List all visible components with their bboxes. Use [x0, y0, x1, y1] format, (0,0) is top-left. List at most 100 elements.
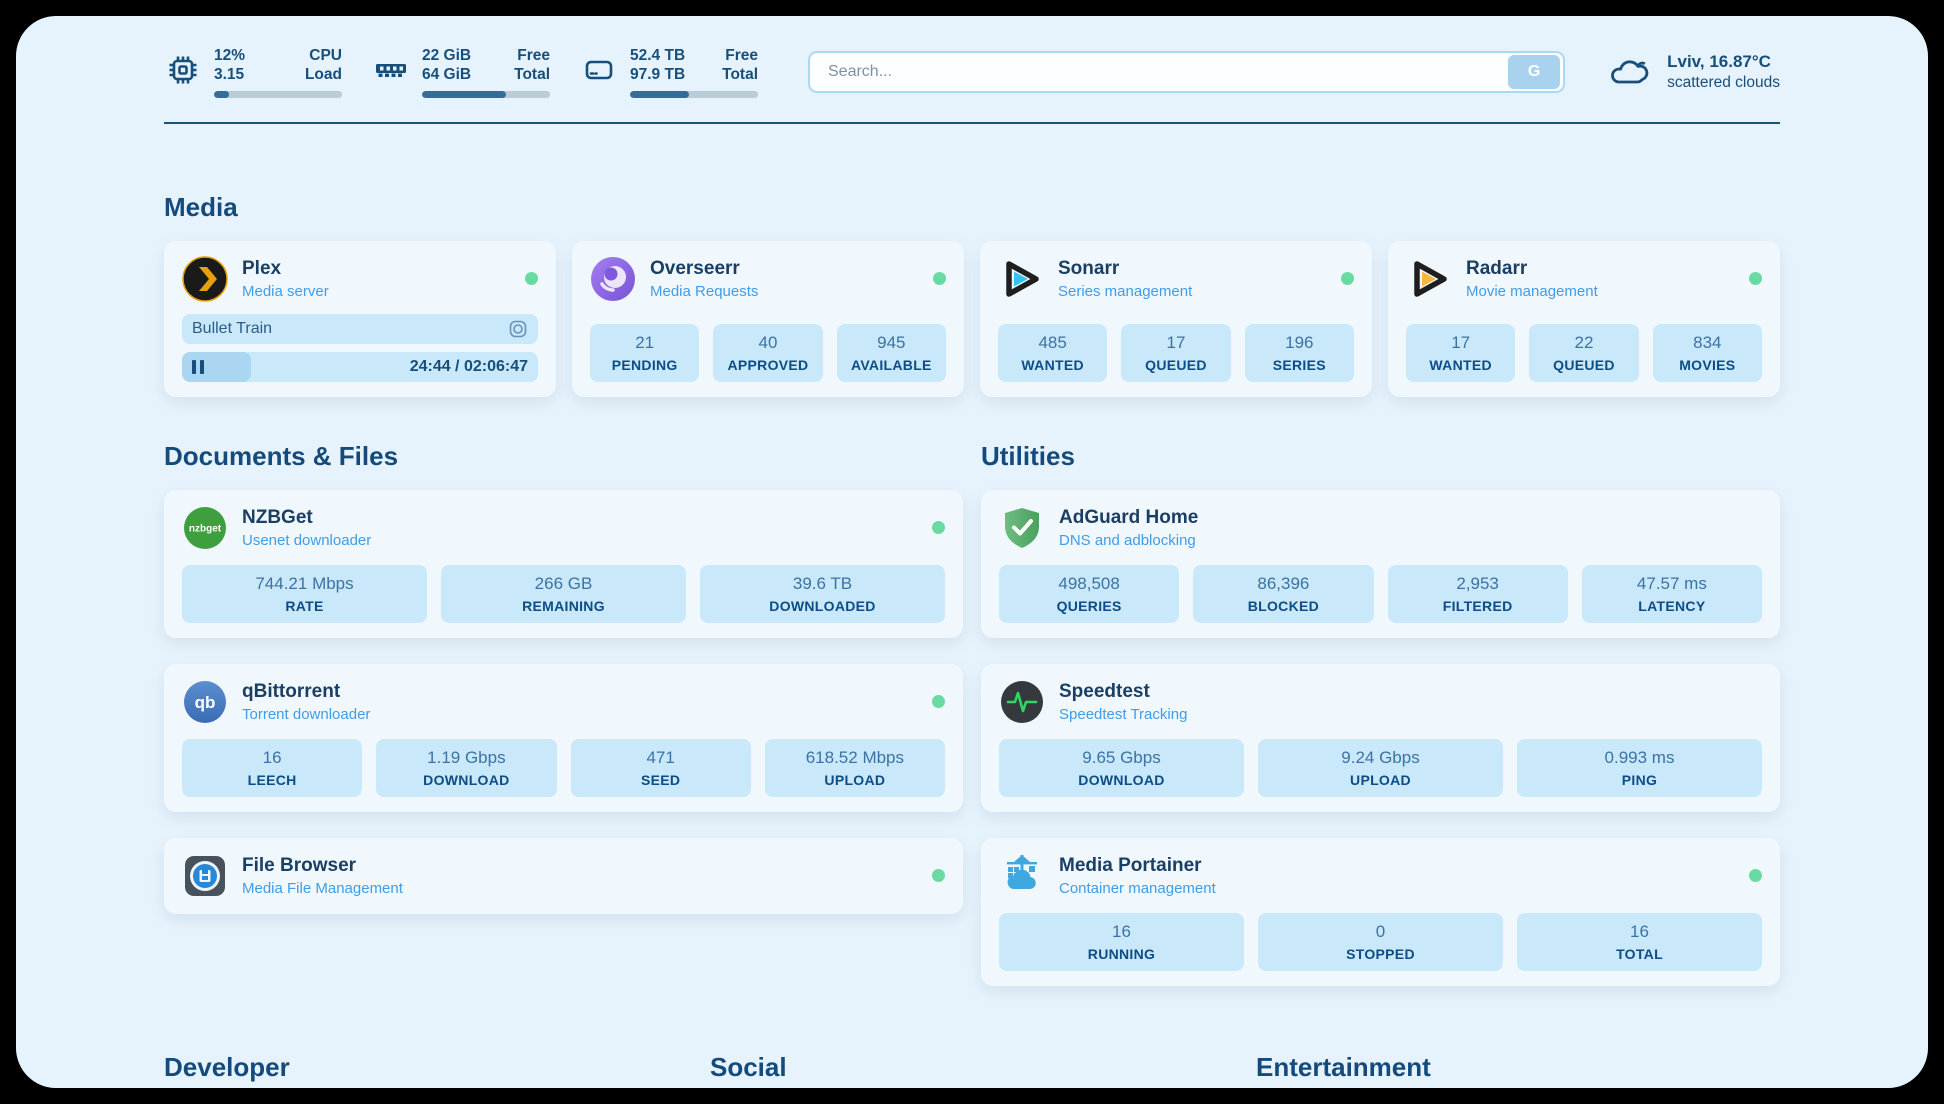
cpu-icon: [164, 46, 202, 94]
ram-free-value: 22 GiB: [422, 46, 471, 65]
app-subtitle: Movie management: [1466, 283, 1598, 300]
app-title: NZBGet: [242, 507, 371, 529]
stat-chip: 47.57 ms LATENCY: [1582, 565, 1762, 623]
app-title: Sonarr: [1058, 258, 1192, 280]
status-dot: [1749, 272, 1762, 285]
filebrowser-icon: [182, 853, 228, 899]
stat-chip: 498,508 QUERIES: [999, 565, 1179, 623]
disk-free-value: 52.4 TB: [630, 46, 685, 65]
weather-condition: scattered clouds: [1667, 74, 1780, 92]
stat-chip: 16 LEECH: [182, 739, 362, 797]
ram-progress-bar: [422, 91, 550, 98]
disk-total-value: 97.9 TB: [630, 65, 685, 84]
stream-icon: [508, 319, 528, 339]
search-input[interactable]: [810, 63, 1508, 81]
app-subtitle: Speedtest Tracking: [1059, 706, 1187, 723]
app-subtitle: DNS and adblocking: [1059, 532, 1198, 549]
sonarr-icon: [998, 256, 1044, 302]
disk-icon: [580, 46, 618, 94]
app-title: Radarr: [1466, 258, 1598, 280]
filebrowser-card[interactable]: File Browser Media File Management: [164, 838, 963, 914]
status-dot: [932, 869, 945, 882]
qbittorrent-card[interactable]: qb qBittorrent Torrent downloader 16 LEE…: [164, 664, 963, 812]
stat-chip: 86,396 BLOCKED: [1193, 565, 1373, 623]
ram-total-value: 64 GiB: [422, 65, 471, 84]
portainer-icon: [999, 853, 1045, 899]
cpu-usage-value: 12%: [214, 46, 245, 65]
sonarr-card[interactable]: Sonarr Series management 485 WANTED 17 Q…: [980, 241, 1372, 397]
radarr-card[interactable]: Radarr Movie management 17 WANTED 22 QUE…: [1388, 241, 1780, 397]
stat-chip: 21 PENDING: [590, 324, 699, 382]
stat-chip: 1.19 Gbps DOWNLOAD: [376, 739, 556, 797]
nzbget-card[interactable]: nzbget NZBGet Usenet downloader 744.21 M…: [164, 490, 963, 638]
header-divider: [164, 122, 1780, 124]
stat-chip: 0.993 ms PING: [1517, 739, 1762, 797]
utilities-column: Utilities AdGuard Home DNS and: [981, 441, 1780, 1012]
status-dot: [932, 521, 945, 534]
section-title-utilities: Utilities: [981, 441, 1780, 472]
stat-chip: 0 STOPPED: [1258, 913, 1503, 971]
search-box: G: [808, 51, 1565, 93]
status-dot: [932, 695, 945, 708]
stat-chip: 2,953 FILTERED: [1388, 565, 1568, 623]
adguard-card[interactable]: AdGuard Home DNS and adblocking 498,508 …: [981, 490, 1780, 638]
stat-chip: 17 WANTED: [1406, 324, 1515, 382]
section-title-entertainment: Entertainment: [1256, 1052, 1780, 1083]
app-title: File Browser: [242, 855, 403, 877]
overseerr-icon: [590, 256, 636, 302]
stat-chip: 196 SERIES: [1245, 324, 1354, 382]
section-title-developer: Developer: [164, 1052, 688, 1083]
stat-chip: 9.65 Gbps DOWNLOAD: [999, 739, 1244, 797]
dashboard-page: 12% 3.15 CPU Load: [16, 16, 1928, 1088]
app-title: qBittorrent: [242, 681, 370, 703]
disk-stat-widget: 52.4 TB 97.9 TB Free Total: [580, 46, 758, 98]
cloud-icon: [1609, 54, 1653, 90]
stat-chip: 40 APPROVED: [713, 324, 822, 382]
app-subtitle: Media Requests: [650, 283, 758, 300]
stat-chip: 22 QUEUED: [1529, 324, 1638, 382]
overseerr-card[interactable]: Overseerr Media Requests 21 PENDING 40 A…: [572, 241, 964, 397]
app-subtitle: Torrent downloader: [242, 706, 370, 723]
app-title: Speedtest: [1059, 681, 1187, 703]
plex-card[interactable]: Plex Media server Bullet Train: [164, 241, 556, 397]
stat-chip: 17 QUEUED: [1121, 324, 1230, 382]
ram-stat-widget: 22 GiB 64 GiB Free Total: [372, 46, 550, 98]
cpu-load-label: Load: [305, 65, 342, 84]
nzbget-icon: nzbget: [182, 505, 228, 551]
portainer-card[interactable]: Media Portainer Container management 16 …: [981, 838, 1780, 986]
weather-location: Lviv, 16.87°C: [1667, 52, 1780, 72]
app-title: Plex: [242, 258, 329, 280]
developer-links-column: Developer GH Github github.com SO StackO…: [164, 1052, 688, 1088]
entertainment-links-column: Entertainment YT YouTube youtube.com NF …: [1256, 1052, 1780, 1088]
stat-chip: 16 RUNNING: [999, 913, 1244, 971]
google-search-button[interactable]: G: [1508, 55, 1560, 89]
cpu-usage-label: CPU: [305, 46, 342, 65]
adguard-icon: [999, 505, 1045, 551]
stat-chip: 16 TOTAL: [1517, 913, 1762, 971]
app-title: Media Portainer: [1059, 855, 1216, 877]
speedtest-icon: [999, 679, 1045, 725]
stat-chip: 39.6 TB DOWNLOADED: [700, 565, 945, 623]
app-subtitle: Container management: [1059, 880, 1216, 897]
cpu-load-value: 3.15: [214, 65, 245, 84]
speedtest-card[interactable]: Speedtest Speedtest Tracking 9.65 Gbps D…: [981, 664, 1780, 812]
now-playing-title: Bullet Train: [192, 320, 508, 338]
status-dot: [525, 272, 538, 285]
playback-time: 24:44 / 02:06:47: [410, 358, 528, 376]
ram-icon: [372, 46, 410, 94]
top-bar: 12% 3.15 CPU Load: [164, 16, 1780, 98]
app-subtitle: Media server: [242, 283, 329, 300]
stat-chip: 618.52 Mbps UPLOAD: [765, 739, 945, 797]
weather-widget: Lviv, 16.87°C scattered clouds: [1609, 52, 1780, 92]
section-title-social: Social: [710, 1052, 1234, 1083]
plex-icon: [182, 256, 228, 302]
app-subtitle: Usenet downloader: [242, 532, 371, 549]
pause-icon: [192, 360, 204, 374]
status-dot: [1749, 869, 1762, 882]
stat-chip: 9.24 Gbps UPLOAD: [1258, 739, 1503, 797]
stat-chip: 744.21 Mbps RATE: [182, 565, 427, 623]
radarr-icon: [1406, 256, 1452, 302]
playback-progress-bar: 24:44 / 02:06:47: [182, 352, 538, 382]
disk-free-label: Free: [722, 46, 758, 65]
section-title-media: Media: [164, 192, 1780, 223]
